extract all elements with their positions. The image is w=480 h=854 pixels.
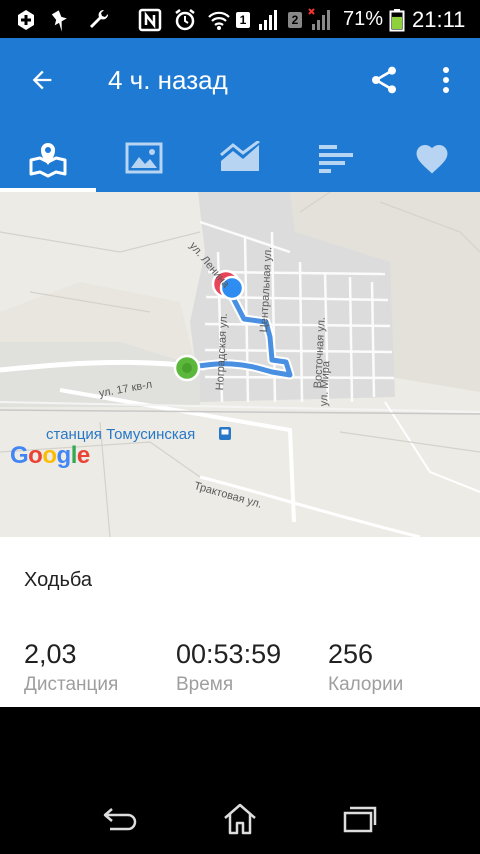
navigation-bar — [0, 707, 480, 854]
overflow-menu-button[interactable] — [430, 60, 462, 100]
heart-icon — [416, 145, 448, 174]
tab-laps[interactable] — [288, 124, 384, 192]
activity-type: Ходьба — [24, 569, 93, 591]
screen: 1 2 71% 21:11 4 ч. назад ул. Ленина Цент… — [0, 0, 480, 854]
stat-label: Дистанция — [24, 674, 119, 695]
more-vert-icon — [443, 67, 449, 93]
station-label: станция Томусинская — [46, 426, 196, 443]
tab-heart[interactable] — [384, 124, 480, 192]
arrow-back-icon — [32, 70, 52, 90]
chart-icon — [220, 141, 260, 171]
plus-box-icon — [18, 10, 34, 30]
battery-percent: 71% — [343, 8, 384, 30]
nav-home-button[interactable] — [220, 799, 260, 839]
clock: 21:11 — [412, 7, 466, 32]
app-bar: 4 ч. назад — [0, 38, 480, 124]
activity-summary: Ходьба 2,03 Дистанция 00:53:59 Время 256… — [0, 537, 480, 707]
google-logo: Google — [10, 442, 90, 469]
page-title: 4 ч. назад — [108, 65, 228, 95]
bars-icon — [319, 145, 353, 173]
photo-icon — [125, 142, 163, 174]
tab-photos[interactable] — [96, 124, 192, 192]
battery-icon — [389, 9, 405, 32]
wifi-icon — [208, 11, 230, 30]
back-nav-icon — [103, 808, 137, 831]
wrench-icon — [90, 9, 109, 28]
map-icon — [29, 143, 67, 178]
alarm-icon — [175, 9, 195, 31]
stat-value: 00:53:59 — [176, 639, 282, 669]
share-icon — [372, 66, 396, 94]
nfc-icon — [138, 8, 162, 32]
nav-back-button[interactable] — [100, 799, 140, 839]
signal-sim1-icon — [259, 10, 277, 30]
stat-value: 256 — [328, 639, 374, 669]
stat-value: 2,03 — [24, 639, 77, 669]
stat-label: Время — [176, 674, 234, 695]
recents-icon — [343, 806, 377, 833]
signal-sim2-icon — [308, 8, 330, 30]
sim1-badge: 1 — [236, 12, 250, 28]
stat-distance: 2,03 Дистанция — [24, 639, 118, 696]
tab-bar — [0, 124, 480, 192]
stat-calories: 256 Калории — [328, 639, 403, 696]
share-button[interactable] — [364, 60, 404, 100]
sim2-badge: 2 — [288, 12, 302, 28]
street-label-mira: ул. Мира — [318, 360, 333, 407]
tab-map[interactable] — [0, 124, 96, 192]
tab-chart[interactable] — [192, 124, 288, 192]
stat-time: 00:53:59 Время — [176, 639, 281, 696]
map-background — [0, 192, 480, 537]
pin-icon — [51, 10, 67, 32]
nav-recents-button[interactable] — [340, 799, 380, 839]
stat-label: Калории — [328, 674, 404, 695]
home-icon — [224, 803, 256, 835]
route-map[interactable]: ул. Ленина Центральная ул. Восточная ул.… — [0, 192, 480, 537]
back-button[interactable] — [22, 60, 62, 100]
status-bar: 1 2 71% 21:11 — [0, 0, 480, 38]
